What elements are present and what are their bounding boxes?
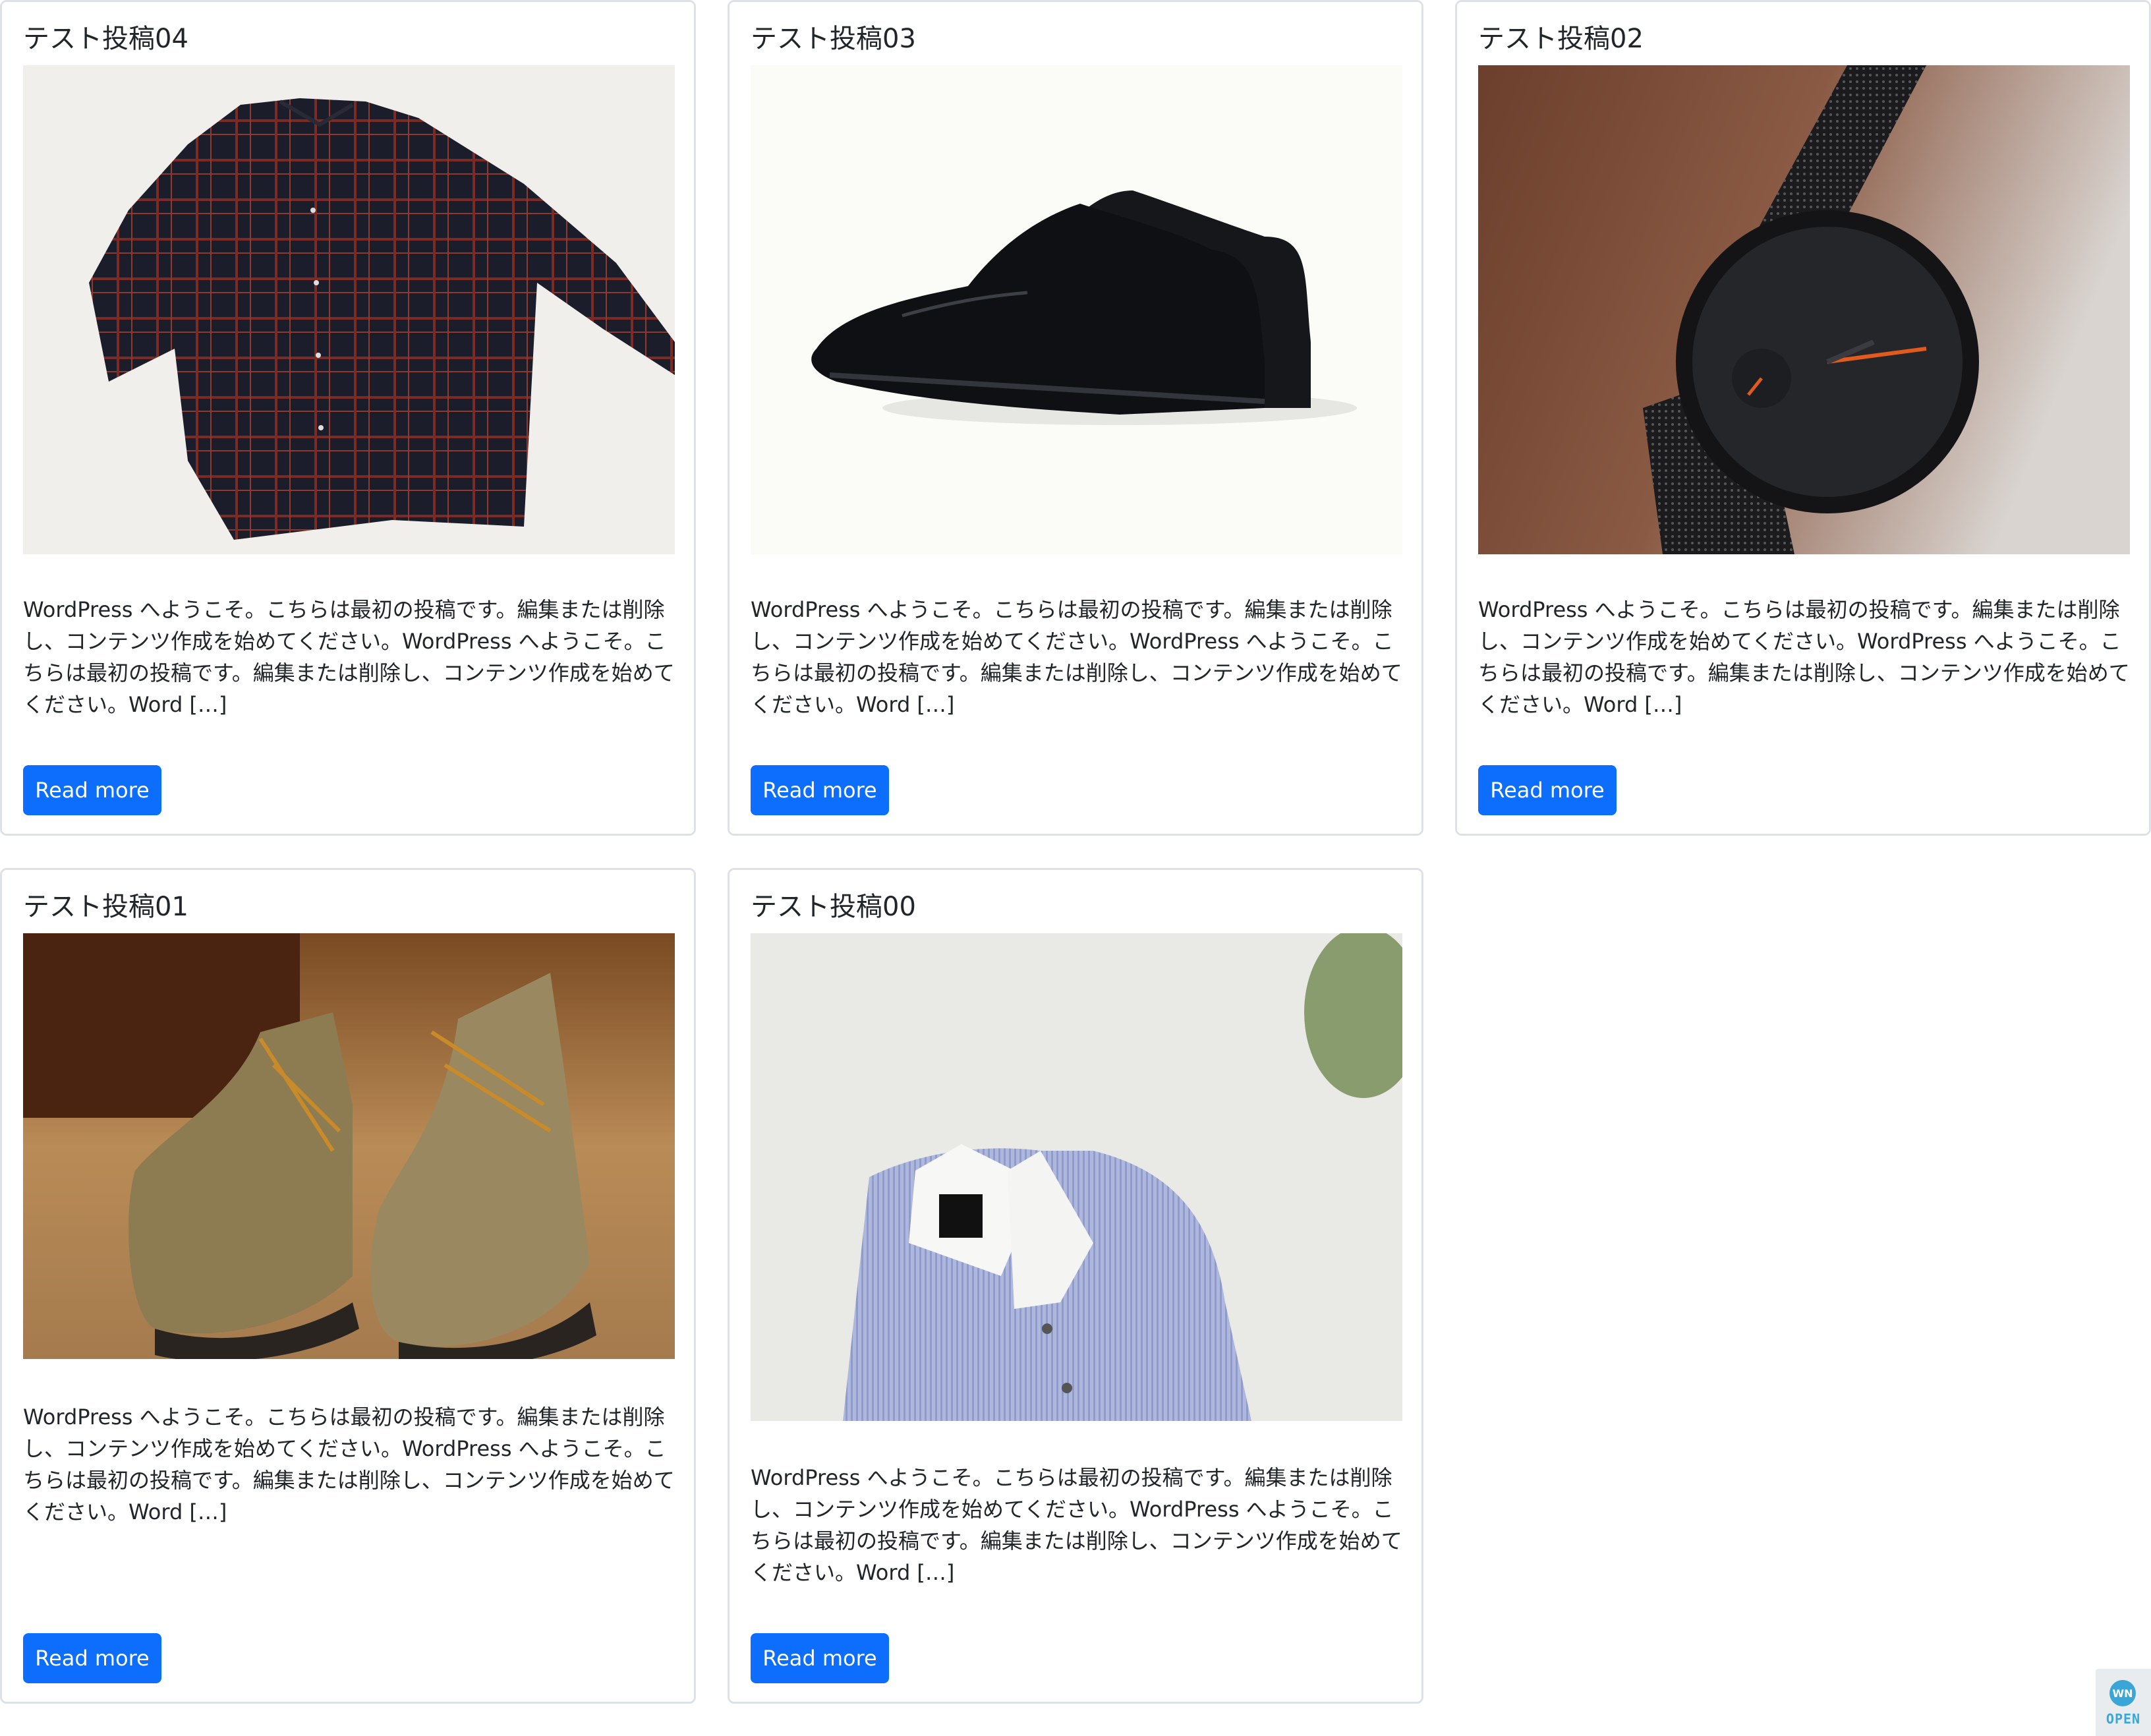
post-card: テスト投稿00 WordPress へようこそ。こちらは最初の投稿です。編集また… <box>728 868 1423 1704</box>
wn-logo-icon: WN <box>2109 1680 2136 1706</box>
read-more-button[interactable]: Read more <box>751 765 889 815</box>
post-card: テスト投稿01 WordPress へようこそ。こちらは最初の投稿です。編集また… <box>0 868 696 1704</box>
post-title: テスト投稿01 <box>23 892 188 922</box>
dress-shirt-image <box>751 933 1402 1421</box>
badge-label: OPEN <box>2106 1711 2141 1727</box>
post-card: テスト投稿04 WordPress へようこそ。こちらは最初の投稿です。編集また… <box>0 0 696 836</box>
wristwatch-image <box>1478 65 2130 554</box>
read-more-button[interactable]: Read more <box>23 1633 161 1683</box>
read-more-button[interactable]: Read more <box>1478 765 1617 815</box>
post-title: テスト投稿04 <box>23 24 188 54</box>
post-excerpt: WordPress へようこそ。こちらは最初の投稿です。編集または削除し、コンテ… <box>1478 597 2130 717</box>
post-title: テスト投稿03 <box>751 24 916 54</box>
read-more-button[interactable]: Read more <box>23 765 161 815</box>
post-title: テスト投稿00 <box>751 892 916 922</box>
plaid-shirt-image <box>23 65 675 554</box>
svg-text:WN: WN <box>2112 1687 2133 1700</box>
post-excerpt: WordPress へようこそ。こちらは最初の投稿です。編集または削除し、コンテ… <box>23 1404 675 1524</box>
leather-shoes-image <box>751 65 1402 554</box>
read-more-button[interactable]: Read more <box>751 1633 889 1683</box>
post-excerpt: WordPress へようこそ。こちらは最初の投稿です。編集または削除し、コンテ… <box>23 597 675 717</box>
post-card: テスト投稿02 WordPress へようこそ。こちらは最初の投稿です。編集また… <box>1455 0 2151 836</box>
post-card: テスト投稿03 WordPress へようこそ。こちらは最初の投稿です。編集また… <box>728 0 1423 836</box>
open-badge[interactable]: WN OPEN <box>2096 1669 2151 1736</box>
post-excerpt: WordPress へようこそ。こちらは最初の投稿です。編集または削除し、コンテ… <box>751 1465 1402 1585</box>
post-excerpt: WordPress へようこそ。こちらは最初の投稿です。編集または削除し、コンテ… <box>751 597 1402 717</box>
hiking-boots-image <box>23 933 675 1359</box>
post-title: テスト投稿02 <box>1478 24 1644 54</box>
